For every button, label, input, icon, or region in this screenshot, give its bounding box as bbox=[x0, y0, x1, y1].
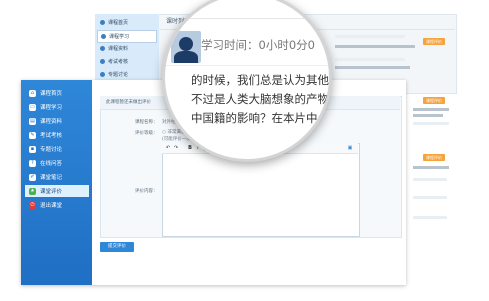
nav-topic-discussion[interactable]: ▪ 专题讨论 bbox=[25, 143, 89, 155]
main-sidebar: ⌂ 课程首页 ▭ 课程学习 ▤ 课程资料 ✎ 考试考核 ▪ 专题讨论 ? 在线问答 ✐ 课堂笔… bbox=[21, 80, 92, 285]
text-line bbox=[413, 178, 447, 181]
text-line bbox=[413, 114, 443, 117]
thumbnail-figure bbox=[174, 51, 198, 63]
divider bbox=[165, 18, 329, 19]
back-nav-home[interactable]: 课程首页 bbox=[97, 17, 155, 28]
topic-icon bbox=[100, 72, 105, 77]
text-line bbox=[335, 58, 405, 61]
study-time-text: 学习时间：0小时0分0 bbox=[201, 38, 315, 52]
thumbnail-figure bbox=[179, 37, 193, 51]
home-icon bbox=[100, 20, 105, 25]
nav-course-study[interactable]: ▭ 课程学习 bbox=[25, 101, 89, 113]
fullscreen-icon[interactable]: ▣ bbox=[347, 145, 353, 151]
course-thumbnail bbox=[171, 31, 201, 63]
description-line: 的时候，我们总是认为其他 bbox=[191, 73, 329, 87]
text-line bbox=[413, 196, 447, 199]
content-label: 评价内容： bbox=[135, 189, 158, 194]
exit-icon: ⏻ bbox=[29, 201, 36, 209]
study-icon bbox=[101, 34, 106, 39]
pencil-icon: ✎ bbox=[29, 131, 36, 139]
monitor-icon: ▭ bbox=[29, 103, 36, 111]
rating-label: 评价等级： bbox=[135, 131, 158, 136]
nav-exam[interactable]: ✎ 考试考核 bbox=[25, 129, 89, 141]
nav-course-materials[interactable]: ▤ 课程资料 bbox=[25, 115, 89, 127]
submit-evaluation-button[interactable]: 提交评价 bbox=[100, 242, 134, 252]
back-nav-topic[interactable]: 专题讨论 bbox=[97, 69, 155, 80]
description-line: 中国籍的影响？在本片中 bbox=[191, 111, 318, 125]
materials-icon bbox=[100, 46, 105, 51]
folder-icon: ▤ bbox=[29, 117, 36, 125]
text-line bbox=[335, 66, 410, 69]
back-nav-exam[interactable]: 考试考核 bbox=[97, 56, 155, 67]
text-line bbox=[335, 35, 405, 38]
exam-icon bbox=[100, 59, 105, 64]
question-icon: ? bbox=[29, 159, 36, 167]
description-line: 不过是人类大脑想象的产物 bbox=[191, 92, 329, 106]
nav-online-qa[interactable]: ? 在线问答 bbox=[25, 157, 89, 169]
evaluate-badge[interactable]: 课程评价 bbox=[423, 38, 445, 45]
star-icon: ★ bbox=[29, 187, 36, 195]
note-icon: ✐ bbox=[29, 173, 36, 181]
rating-radio-very-satisfied[interactable]: ○ bbox=[162, 130, 166, 135]
divider bbox=[165, 65, 329, 66]
nav-class-evaluation[interactable]: ★ 课堂评价 bbox=[25, 185, 89, 197]
nav-notes[interactable]: ✐ 课堂笔记 bbox=[25, 171, 89, 183]
evaluate-badge[interactable]: 课程评价 bbox=[423, 97, 445, 104]
bold-button[interactable]: B bbox=[187, 145, 193, 151]
course-name-label: 课程名称： bbox=[135, 120, 158, 125]
magnifier-lens: 学习时间：0小时0分0 的时候，我们总是认为其他 不过是人类大脑想象的产物 中国… bbox=[162, 0, 332, 162]
redo-icon[interactable]: ↷ bbox=[173, 145, 179, 151]
home-icon: ⌂ bbox=[29, 89, 36, 97]
text-line bbox=[335, 45, 415, 48]
text-line bbox=[413, 216, 447, 219]
text-line bbox=[413, 122, 449, 125]
nav-exit-class[interactable]: ⏻ 退出课堂 bbox=[25, 199, 89, 211]
chat-icon: ▪ bbox=[29, 145, 36, 153]
text-line bbox=[413, 166, 449, 169]
nav-course-home[interactable]: ⌂ 课程首页 bbox=[25, 87, 89, 99]
text-line bbox=[413, 108, 449, 111]
back-nav-materials[interactable]: 课程资料 bbox=[97, 43, 155, 54]
undo-icon[interactable]: ↶ bbox=[165, 145, 171, 151]
back-nav-study[interactable]: 课程学习 bbox=[97, 30, 157, 43]
evaluate-badge[interactable]: 课程评价 bbox=[423, 154, 445, 161]
